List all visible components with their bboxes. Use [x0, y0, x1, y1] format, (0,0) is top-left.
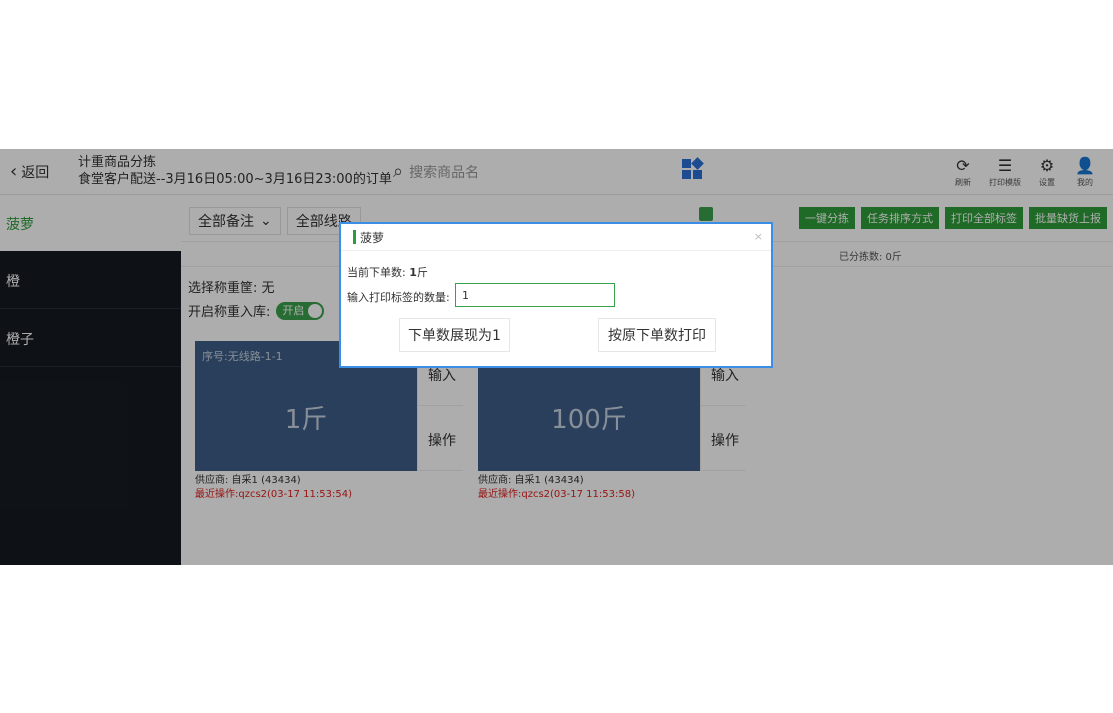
current-order-label: 当前下单数: — [347, 266, 406, 279]
close-icon[interactable]: × — [754, 230, 763, 243]
label-count-input[interactable] — [455, 283, 615, 307]
print-label-dialog: 菠萝 × 当前下单数: 1斤 输入打印标签的数量: 下单数展现为1 按原下单数打… — [339, 222, 773, 368]
show-order-count-button[interactable]: 下单数展现为1 — [399, 318, 510, 352]
title-accent-bar — [353, 230, 356, 244]
dialog-header: 菠萝 × — [341, 224, 771, 251]
label-count-label: 输入打印标签的数量: — [347, 291, 450, 304]
dialog-title: 菠萝 — [360, 231, 385, 245]
current-order-value: 1 — [409, 266, 417, 279]
print-original-count-button[interactable]: 按原下单数打印 — [598, 318, 716, 352]
current-order-unit: 斤 — [416, 266, 428, 279]
current-order-row: 当前下单数: 1斤 — [347, 264, 428, 280]
